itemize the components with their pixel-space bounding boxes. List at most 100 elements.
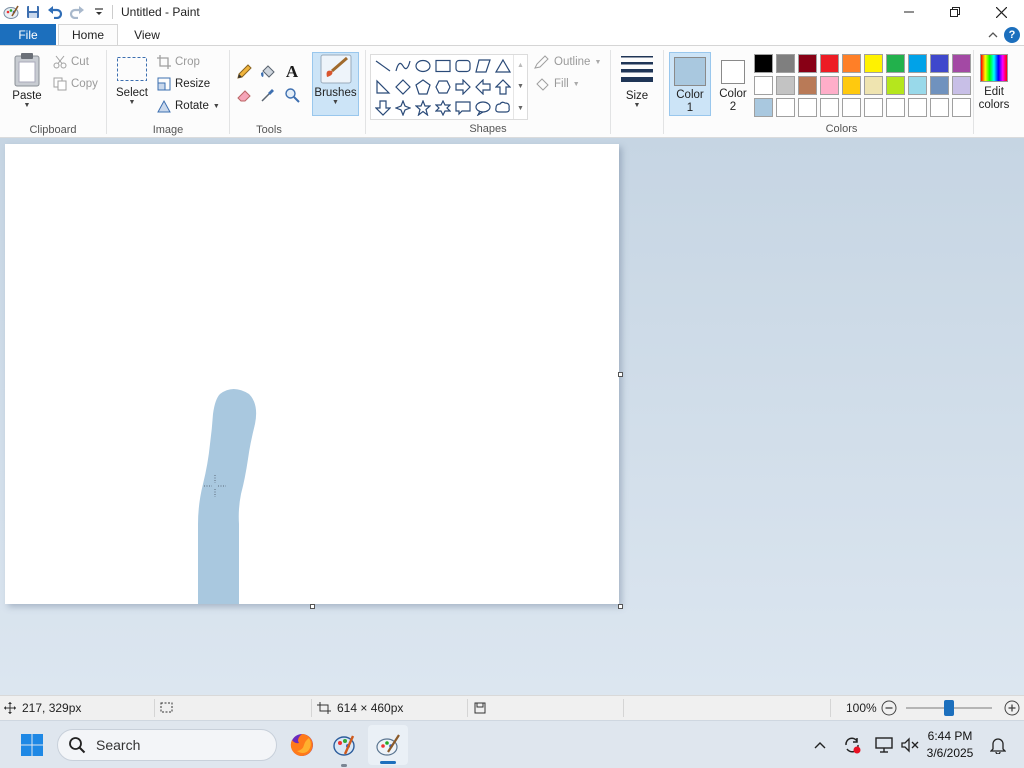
cloud-callout-shape-icon[interactable] (493, 98, 513, 118)
volume-tray-icon[interactable] (898, 721, 922, 768)
paint-app-icon[interactable] (0, 1, 22, 23)
close-button[interactable] (978, 0, 1024, 24)
network-tray-icon[interactable] (872, 721, 896, 768)
size-button[interactable]: Size ▼ (616, 54, 658, 109)
zoom-slider-track[interactable] (906, 700, 992, 716)
fill-bucket-icon[interactable] (258, 62, 278, 82)
zoom-slider-thumb[interactable] (944, 700, 954, 716)
palette-swatch[interactable] (820, 76, 839, 95)
canvas-workspace[interactable] (0, 138, 1024, 695)
select-dropdown-icon[interactable]: ▼ (129, 99, 136, 106)
drawing-canvas[interactable] (5, 144, 619, 604)
six-point-star-shape-icon[interactable] (433, 98, 453, 118)
palette-swatch[interactable] (798, 54, 817, 73)
hexagon-shape-icon[interactable] (433, 77, 453, 97)
tab-home[interactable]: Home (58, 24, 118, 46)
undo-icon[interactable] (44, 1, 66, 23)
zoom-out-button[interactable] (881, 696, 897, 720)
color-picker-icon[interactable] (258, 85, 278, 105)
taskbar-clock[interactable]: 6:44 PM 3/6/2025 (920, 728, 980, 762)
palette-swatch[interactable] (930, 98, 949, 117)
scroll-up-icon[interactable]: ▲ (517, 62, 524, 69)
palette-swatch[interactable] (886, 54, 905, 73)
palette-swatch[interactable] (842, 76, 861, 95)
palette-swatch[interactable] (864, 76, 883, 95)
four-point-star-shape-icon[interactable] (393, 98, 413, 118)
oval-shape-icon[interactable] (413, 56, 433, 76)
customize-toolbar-icon[interactable] (88, 1, 110, 23)
size-dropdown-icon[interactable]: ▼ (634, 102, 641, 109)
palette-swatch[interactable] (842, 98, 861, 117)
zoom-slider[interactable] (906, 696, 996, 720)
palette-swatch[interactable] (820, 98, 839, 117)
scroll-down-icon[interactable]: ▼ (517, 83, 524, 90)
palette-swatch[interactable] (908, 98, 927, 117)
resize-button[interactable]: Resize (157, 77, 210, 91)
palette-swatch[interactable] (886, 76, 905, 95)
save-icon[interactable] (22, 1, 44, 23)
right-triangle-shape-icon[interactable] (373, 77, 393, 97)
copy-button[interactable]: Copy (53, 77, 98, 91)
firefox-taskbar-button[interactable] (284, 721, 320, 768)
fill-button[interactable]: Fill ▼ (534, 77, 580, 91)
palette-swatch[interactable] (754, 54, 773, 73)
rotate-dropdown-icon[interactable]: ▼ (213, 103, 220, 110)
taskbar-search[interactable]: Search (57, 729, 277, 761)
palette-swatch[interactable] (798, 76, 817, 95)
app-taskbar-button[interactable] (326, 721, 362, 768)
palette-swatch[interactable] (864, 98, 883, 117)
palette-swatch[interactable] (908, 76, 927, 95)
fill-dropdown-icon[interactable]: ▼ (573, 81, 580, 88)
triangle-shape-icon[interactable] (493, 56, 513, 76)
resize-handle-bottom[interactable] (310, 604, 315, 609)
palette-swatch[interactable] (820, 54, 839, 73)
help-icon[interactable]: ? (1004, 27, 1020, 43)
palette-swatch[interactable] (908, 54, 927, 73)
right-arrow-shape-icon[interactable] (453, 77, 473, 97)
shapes-expand-icon[interactable]: ▼ (517, 105, 524, 112)
polygon-shape-icon[interactable] (473, 56, 493, 76)
oval-callout-shape-icon[interactable] (473, 98, 493, 118)
show-hidden-icons-button[interactable] (808, 721, 832, 768)
maximize-button[interactable] (932, 0, 978, 24)
sync-tray-icon[interactable] (840, 721, 864, 768)
rounded-rectangle-shape-icon[interactable] (453, 56, 473, 76)
rotate-button[interactable]: Rotate ▼ (157, 99, 220, 113)
pencil-icon[interactable] (234, 62, 254, 82)
palette-swatch[interactable] (754, 98, 773, 117)
up-arrow-shape-icon[interactable] (493, 77, 513, 97)
zoom-in-button[interactable] (1004, 696, 1020, 720)
collapse-ribbon-icon[interactable] (988, 31, 998, 39)
text-tool-icon[interactable]: A (282, 62, 302, 82)
palette-swatch[interactable] (886, 98, 905, 117)
paste-dropdown-icon[interactable]: ▼ (24, 102, 31, 109)
paste-button[interactable]: Paste ▼ (6, 52, 48, 109)
rectangular-callout-shape-icon[interactable] (453, 98, 473, 118)
five-point-star-shape-icon[interactable] (413, 98, 433, 118)
crop-button[interactable]: Crop (157, 55, 200, 69)
eraser-icon[interactable] (234, 85, 254, 105)
palette-swatch[interactable] (776, 76, 795, 95)
tab-file[interactable]: File (0, 24, 56, 46)
edit-colors-button[interactable]: Edit colors (976, 52, 1012, 116)
palette-swatch[interactable] (952, 76, 971, 95)
pentagon-shape-icon[interactable] (413, 77, 433, 97)
line-shape-icon[interactable] (373, 56, 393, 76)
resize-handle-corner[interactable] (618, 604, 623, 609)
palette-swatch[interactable] (952, 54, 971, 73)
palette-swatch[interactable] (952, 98, 971, 117)
palette-swatch[interactable] (864, 54, 883, 73)
down-arrow-shape-icon[interactable] (373, 98, 393, 118)
palette-swatch[interactable] (930, 54, 949, 73)
cut-button[interactable]: Cut (53, 55, 89, 69)
color1-button[interactable]: Color 1 (669, 52, 711, 116)
minimize-button[interactable] (886, 0, 932, 24)
shapes-scrollbar[interactable]: ▲ ▼ ▼ (513, 55, 527, 119)
select-button[interactable]: Select ▼ (113, 56, 151, 106)
outline-button[interactable]: Outline ▼ (534, 55, 601, 69)
color2-button[interactable]: Color 2 (713, 52, 753, 116)
rectangle-shape-icon[interactable] (433, 56, 453, 76)
paint-taskbar-button[interactable] (368, 725, 408, 765)
resize-handle-right[interactable] (618, 372, 623, 377)
start-button[interactable] (14, 721, 50, 768)
